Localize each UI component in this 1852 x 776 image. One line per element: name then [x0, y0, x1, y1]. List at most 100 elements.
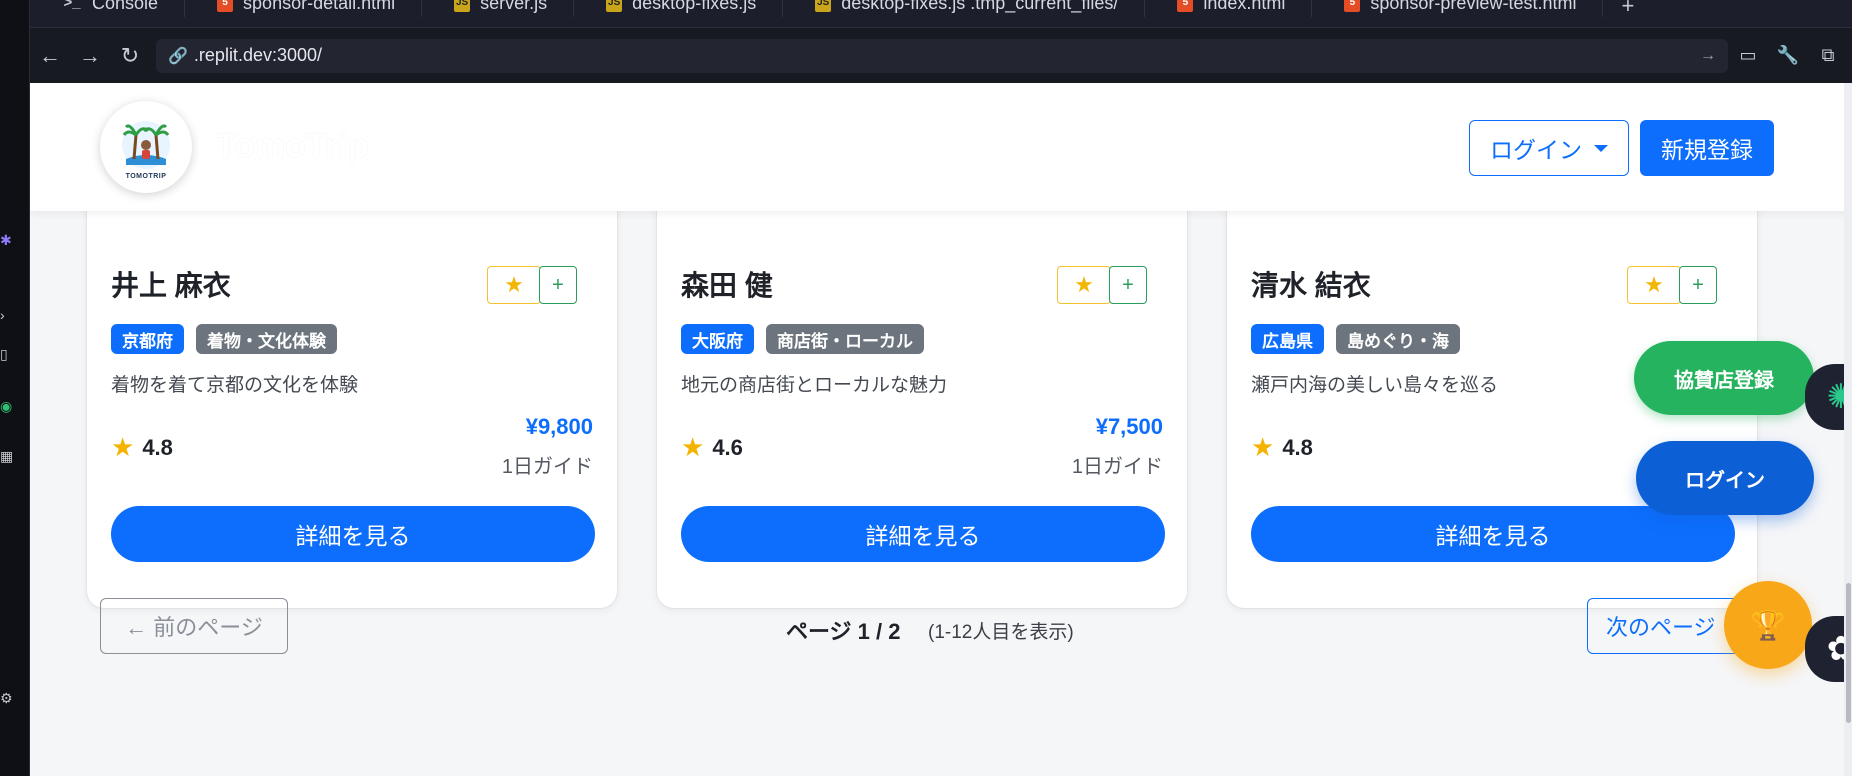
shell-icon[interactable]: › — [0, 307, 12, 323]
login-float-button[interactable]: ログイン — [1636, 441, 1814, 515]
guide-name: 森田 健 — [681, 270, 773, 301]
page-scrollbar[interactable] — [1844, 83, 1852, 776]
star-icon: ★ — [504, 272, 524, 297]
agent-icon[interactable]: ✱ — [0, 232, 12, 248]
back-button[interactable]: ← — [30, 36, 70, 76]
tab-label: sponsor-preview-test.html — [1370, 0, 1577, 13]
guide-price: ¥9,800 — [525, 414, 593, 439]
guide-name: 清水 結衣 — [1251, 270, 1371, 301]
star-icon: ★ — [1644, 272, 1664, 297]
rating-value: 4.8 — [1282, 434, 1313, 460]
category-badge: 商店街・ローカル — [766, 324, 924, 354]
guide-description: 地元の商店街とローカルな魅力 — [681, 375, 948, 396]
tab-desktop-fixes[interactable]: JS desktop-fixes.js — [574, 0, 784, 17]
apps-icon[interactable]: ▦ — [0, 448, 13, 464]
reload-button[interactable]: ↻ — [110, 36, 150, 76]
js-file-icon: JS — [606, 0, 623, 12]
go-arrow-icon[interactable]: → — [1700, 47, 1716, 65]
file-tab-strip: >_ Console 5 sponsor-detail.html JS server.… — [30, 0, 1852, 28]
html-file-icon: 5 — [1177, 0, 1194, 12]
guide-description: 瀬戸内海の美しい島々を巡る — [1251, 375, 1499, 396]
rating-star-icon: ★ — [1251, 432, 1275, 462]
trophy-icon: 🏆 — [1750, 609, 1786, 641]
favorite-star-button[interactable]: ★ — [1627, 266, 1681, 304]
url-text: .replit.dev:3000/ — [193, 45, 323, 65]
region-badge: 京都府 — [111, 324, 184, 354]
devtools-icon[interactable]: 🔧 — [1768, 36, 1808, 76]
tab-label: sponsor-detail.html — [243, 0, 396, 13]
guide-name: 井上 麻衣 — [111, 270, 231, 301]
palm-tree-logo-icon — [122, 120, 170, 169]
js-file-icon: JS — [815, 0, 832, 12]
forward-button[interactable]: → — [70, 36, 110, 76]
view-details-button[interactable]: 詳細を見る — [681, 506, 1165, 562]
tab-desktop-fixes-tmp[interactable]: JS desktop-fixes.js .tmp_current_files/ — [783, 0, 1146, 17]
file-icon[interactable]: ▯ — [0, 346, 12, 362]
terminal-icon: >_ — [63, 0, 81, 11]
tab-label: server.js — [480, 0, 548, 13]
view-details-button[interactable]: 詳細を見る — [111, 506, 595, 562]
site-header: TOMOTRIP TomoTrip ログイン 新規登録 — [30, 83, 1852, 211]
favorite-star-button[interactable]: ★ — [487, 266, 541, 304]
tab-index[interactable]: 5 index.html — [1145, 0, 1313, 17]
add-compare-button[interactable]: + — [539, 266, 577, 304]
guide-rating: ★ 4.6 — [681, 432, 743, 463]
html-file-icon: 5 — [217, 0, 234, 12]
rating-star-icon: ★ — [681, 432, 705, 462]
add-compare-button[interactable]: + — [1679, 266, 1717, 304]
tab-server[interactable]: JS server.js — [422, 0, 575, 17]
network-icon[interactable]: ◉ — [0, 398, 12, 414]
page-indicator: ページ 1 / 2 — [786, 619, 901, 644]
signup-button[interactable]: 新規登録 — [1640, 120, 1774, 176]
guide-card: 井上 麻衣 ★ + 京都府 着物・文化体験 着物を着て京都の文化を体験 ★ 4.8… — [86, 143, 618, 609]
external-link-icon[interactable]: ⧉ — [1808, 36, 1848, 76]
page-viewport: 井上 麻衣 ★ + 京都府 着物・文化体験 着物を着て京都の文化を体験 ★ 4.8… — [30, 83, 1852, 776]
tab-label: desktop-fixes.js — [632, 0, 757, 13]
add-compare-button[interactable]: + — [1109, 266, 1147, 304]
page-range-text: (1-12人目を表示) — [928, 622, 1074, 643]
tab-sponsor-preview[interactable]: 5 sponsor-preview-test.html — [1312, 0, 1604, 17]
rating-value: 4.8 — [142, 434, 173, 460]
tab-console[interactable]: >_ Console — [30, 0, 186, 17]
plus-icon: + — [1692, 273, 1704, 296]
sponsor-register-float-button[interactable]: 協賛店登録 — [1634, 341, 1814, 415]
category-badge: 島めぐり・海 — [1336, 324, 1460, 354]
favorite-star-button[interactable]: ★ — [1057, 266, 1111, 304]
price-unit: 1日ガイド — [501, 456, 593, 478]
brand-name[interactable]: TomoTrip — [216, 127, 368, 166]
logo-text: TOMOTRIP — [125, 172, 167, 180]
guide-rating: ★ 4.8 — [111, 432, 173, 463]
plus-icon: + — [1122, 273, 1134, 296]
scroll-thumb[interactable] — [1846, 583, 1851, 723]
guide-description: 着物を着て京都の文化を体験 — [111, 375, 359, 396]
star-icon: ★ — [1074, 272, 1094, 297]
region-badge: 大阪府 — [681, 324, 754, 354]
rating-star-icon: ★ — [111, 432, 135, 462]
new-tab-button[interactable]: + — [1603, 0, 1652, 19]
plus-icon: + — [552, 273, 564, 296]
devices-icon[interactable]: ▭ — [1728, 36, 1768, 76]
view-details-button[interactable]: 詳細を見る — [1251, 506, 1735, 562]
guide-price: ¥7,500 — [1095, 414, 1163, 439]
site-logo[interactable]: TOMOTRIP — [100, 101, 192, 193]
login-label: ログイン — [1490, 137, 1582, 163]
ide-sidebar: ✱ › ▯ ◉ ▦ ⚙ — [0, 0, 30, 776]
previous-page-button[interactable]: ← 前のページ — [100, 598, 288, 654]
link-icon: 🔗 — [168, 47, 188, 65]
settings-icon[interactable]: ⚙ — [0, 690, 13, 706]
tab-sponsor-detail[interactable]: 5 sponsor-detail.html — [185, 0, 423, 17]
region-badge: 広島県 — [1251, 324, 1324, 354]
login-dropdown-button[interactable]: ログイン — [1469, 120, 1629, 176]
guide-card: 森田 健 ★ + 大阪府 商店街・ローカル 地元の商店街とローカルな魅力 ★ 4.… — [656, 143, 1188, 609]
caret-down-icon — [1594, 144, 1608, 152]
rating-value: 4.6 — [712, 434, 743, 460]
url-input[interactable]: 🔗 .replit.dev:3000/ → — [156, 38, 1728, 73]
html-file-icon: 5 — [1344, 0, 1361, 12]
tab-label: desktop-fixes.js .tmp_current_files/ — [841, 0, 1119, 13]
guide-rating: ★ 4.8 — [1251, 432, 1313, 463]
js-file-icon: JS — [454, 0, 471, 12]
trophy-float-button[interactable]: 🏆 — [1724, 581, 1812, 669]
tab-label: Console — [92, 0, 159, 13]
category-badge: 着物・文化体験 — [196, 324, 337, 354]
address-bar-row: ← → ↻ 🔗 .replit.dev:3000/ → ▭ 🔧 ⧉ — [30, 28, 1852, 83]
